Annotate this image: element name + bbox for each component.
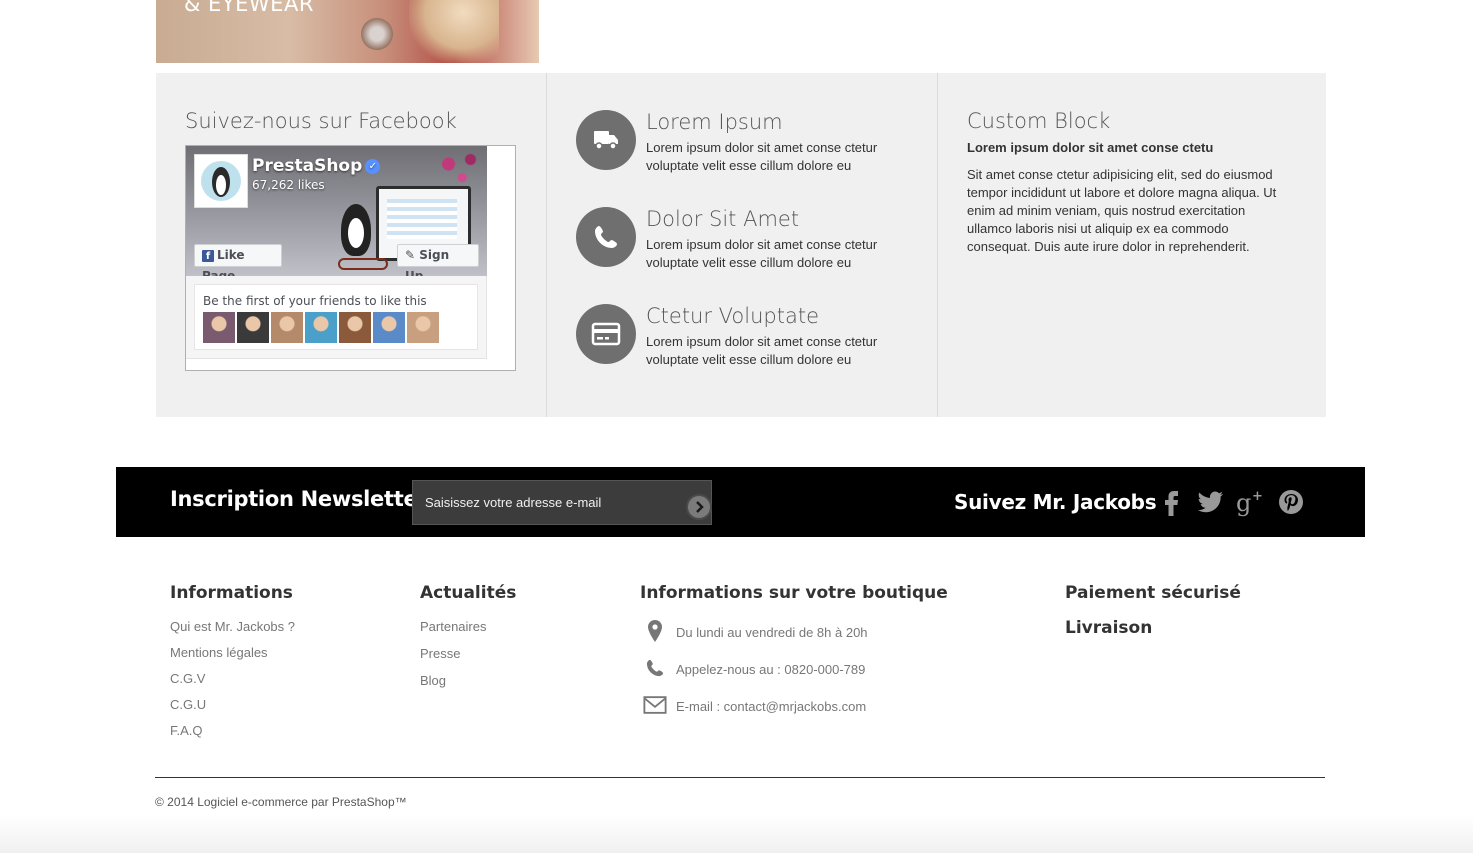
svg-text:g: g	[1236, 489, 1251, 517]
footer-actualites-title: Actualités	[420, 583, 517, 603]
store-hours-row: Du lundi au vendredi de 8h à 20h	[643, 619, 868, 643]
store-hours-text: Du lundi au vendredi de 8h à 20h	[676, 625, 868, 640]
footer-delivery-title[interactable]: Livraison	[1065, 618, 1152, 638]
cover-glasses	[338, 258, 388, 270]
banner-model-hair	[409, 0, 499, 63]
newsletter-title: Inscription Newsletter	[170, 487, 428, 511]
pencil-icon: ✎	[405, 248, 416, 262]
svg-text:+: +	[1252, 489, 1263, 504]
banner-watch-image	[361, 18, 393, 50]
feature-text: Lorem ipsum dolor sit amet conse ctetur …	[646, 237, 878, 270]
cover-mascot	[341, 204, 371, 256]
facebook-icon[interactable]	[1157, 487, 1187, 517]
feature-title: Dolor Sit Amet	[646, 207, 800, 231]
features-block: Lorem Ipsum Lorem ipsum dolor sit amet c…	[546, 73, 937, 417]
truck-icon	[576, 110, 636, 170]
newsletter-submit-button[interactable]	[686, 494, 712, 520]
facebook-widget: PrestaShop ✓ 67,262 likes f Like Page ✎ Si…	[185, 145, 516, 371]
custom-block: Custom Block Lorem ipsum dolor sit amet …	[937, 73, 1326, 417]
follow-title: Suivez Mr. Jackobs	[954, 490, 1157, 514]
footer-link-cgu[interactable]: C.G.U	[170, 697, 206, 712]
map-pin-icon	[643, 619, 667, 643]
footer-link-faq[interactable]: F.A.Q	[170, 723, 203, 738]
facebook-cover-image[interactable]: PrestaShop ✓ 67,262 likes f Like Page ✎ Si…	[186, 146, 487, 276]
friends-avatars	[203, 312, 439, 343]
newsletter-bar: Inscription Newsletter Suivez Mr. Jackob…	[116, 467, 1365, 537]
store-email-text[interactable]: E-mail : contact@mrjackobs.com	[676, 699, 866, 714]
footer-payment-title[interactable]: Paiement sécurisé	[1065, 583, 1241, 603]
friend-avatar[interactable]	[339, 312, 371, 343]
footer-link-partners[interactable]: Partenaires	[420, 619, 486, 634]
prestashop-logo-icon	[201, 161, 241, 201]
pinterest-icon[interactable]	[1276, 487, 1306, 517]
phone-icon	[643, 656, 667, 680]
chevron-right-icon	[696, 501, 704, 513]
facebook-block-title: Suivez-nous sur Facebook	[185, 109, 457, 133]
page-bottom-edge	[0, 815, 1473, 853]
store-phone-text: Appelez-nous au : 0820-000-789	[676, 662, 866, 677]
feature-text: Lorem ipsum dolor sit amet conse ctetur …	[646, 140, 878, 173]
friend-avatar[interactable]	[203, 312, 235, 343]
footer-link-cgv[interactable]: C.G.V	[170, 671, 205, 686]
friend-avatar[interactable]	[305, 312, 337, 343]
newsletter-email-input[interactable]	[412, 480, 712, 525]
phone-icon	[576, 207, 636, 267]
footer-informations-title: Informations	[170, 583, 293, 603]
friend-avatar[interactable]	[237, 312, 269, 343]
facebook-page-plugin: PrestaShop ✓ 67,262 likes f Like Page ✎ Si…	[186, 146, 487, 359]
footer-link-about[interactable]: Qui est Mr. Jackobs ?	[170, 619, 295, 634]
store-email-row: E-mail : contact@mrjackobs.com	[643, 693, 866, 717]
footer-link-legal[interactable]: Mentions légales	[170, 645, 268, 660]
envelope-icon	[643, 693, 667, 717]
friend-avatar[interactable]	[271, 312, 303, 343]
facebook-likes-count: 67,262 likes	[252, 178, 325, 192]
twitter-icon[interactable]	[1195, 487, 1225, 517]
cover-flowers	[432, 146, 487, 191]
friends-text: Be the first of your friends to like thi…	[203, 294, 427, 308]
friend-avatar[interactable]	[407, 312, 439, 343]
verified-badge-icon: ✓	[365, 159, 381, 174]
sign-up-button[interactable]: ✎ Sign Up	[397, 244, 479, 276]
custom-block-title: Custom Block	[967, 109, 1111, 133]
store-phone-row: Appelez-nous au : 0820-000-789	[643, 656, 865, 680]
footer-divider	[155, 777, 1325, 778]
facebook-block: Suivez-nous sur Facebook PrestaShop ✓ 67,…	[156, 73, 546, 417]
feature-text: Lorem ipsum dolor sit amet conse ctetur …	[646, 334, 878, 367]
facebook-page-avatar[interactable]	[194, 154, 248, 208]
feature-title: Ctetur Voluptate	[646, 304, 819, 328]
facebook-friends-box: Be the first of your friends to like thi…	[194, 284, 478, 350]
copyright-text[interactable]: © 2014 Logiciel e-commerce par PrestaSho…	[155, 795, 407, 809]
like-page-button[interactable]: f Like Page	[194, 244, 282, 276]
facebook-f-icon: f	[202, 250, 214, 262]
info-blocks: Suivez-nous sur Facebook PrestaShop ✓ 67,…	[156, 73, 1326, 417]
footer-store-info-title: Informations sur votre boutique	[640, 583, 948, 603]
facebook-page-name[interactable]: PrestaShop	[252, 156, 362, 176]
feature-title: Lorem Ipsum	[646, 110, 783, 134]
footer-link-blog[interactable]: Blog	[420, 673, 446, 688]
footer-link-press[interactable]: Presse	[420, 646, 460, 661]
banner-text: & EYEWEAR	[184, 0, 314, 16]
friend-avatar[interactable]	[373, 312, 405, 343]
banner-image[interactable]: & EYEWEAR	[156, 0, 539, 63]
google-plus-icon[interactable]: g +	[1235, 487, 1265, 517]
facebook-page-name-wrap[interactable]: PrestaShop ✓	[252, 156, 381, 176]
credit-card-icon	[576, 304, 636, 364]
custom-block-subtitle: Lorem ipsum dolor sit amet conse ctetu	[967, 140, 1214, 155]
custom-block-text: Sit amet conse ctetur adipisicing elit, …	[967, 167, 1277, 254]
